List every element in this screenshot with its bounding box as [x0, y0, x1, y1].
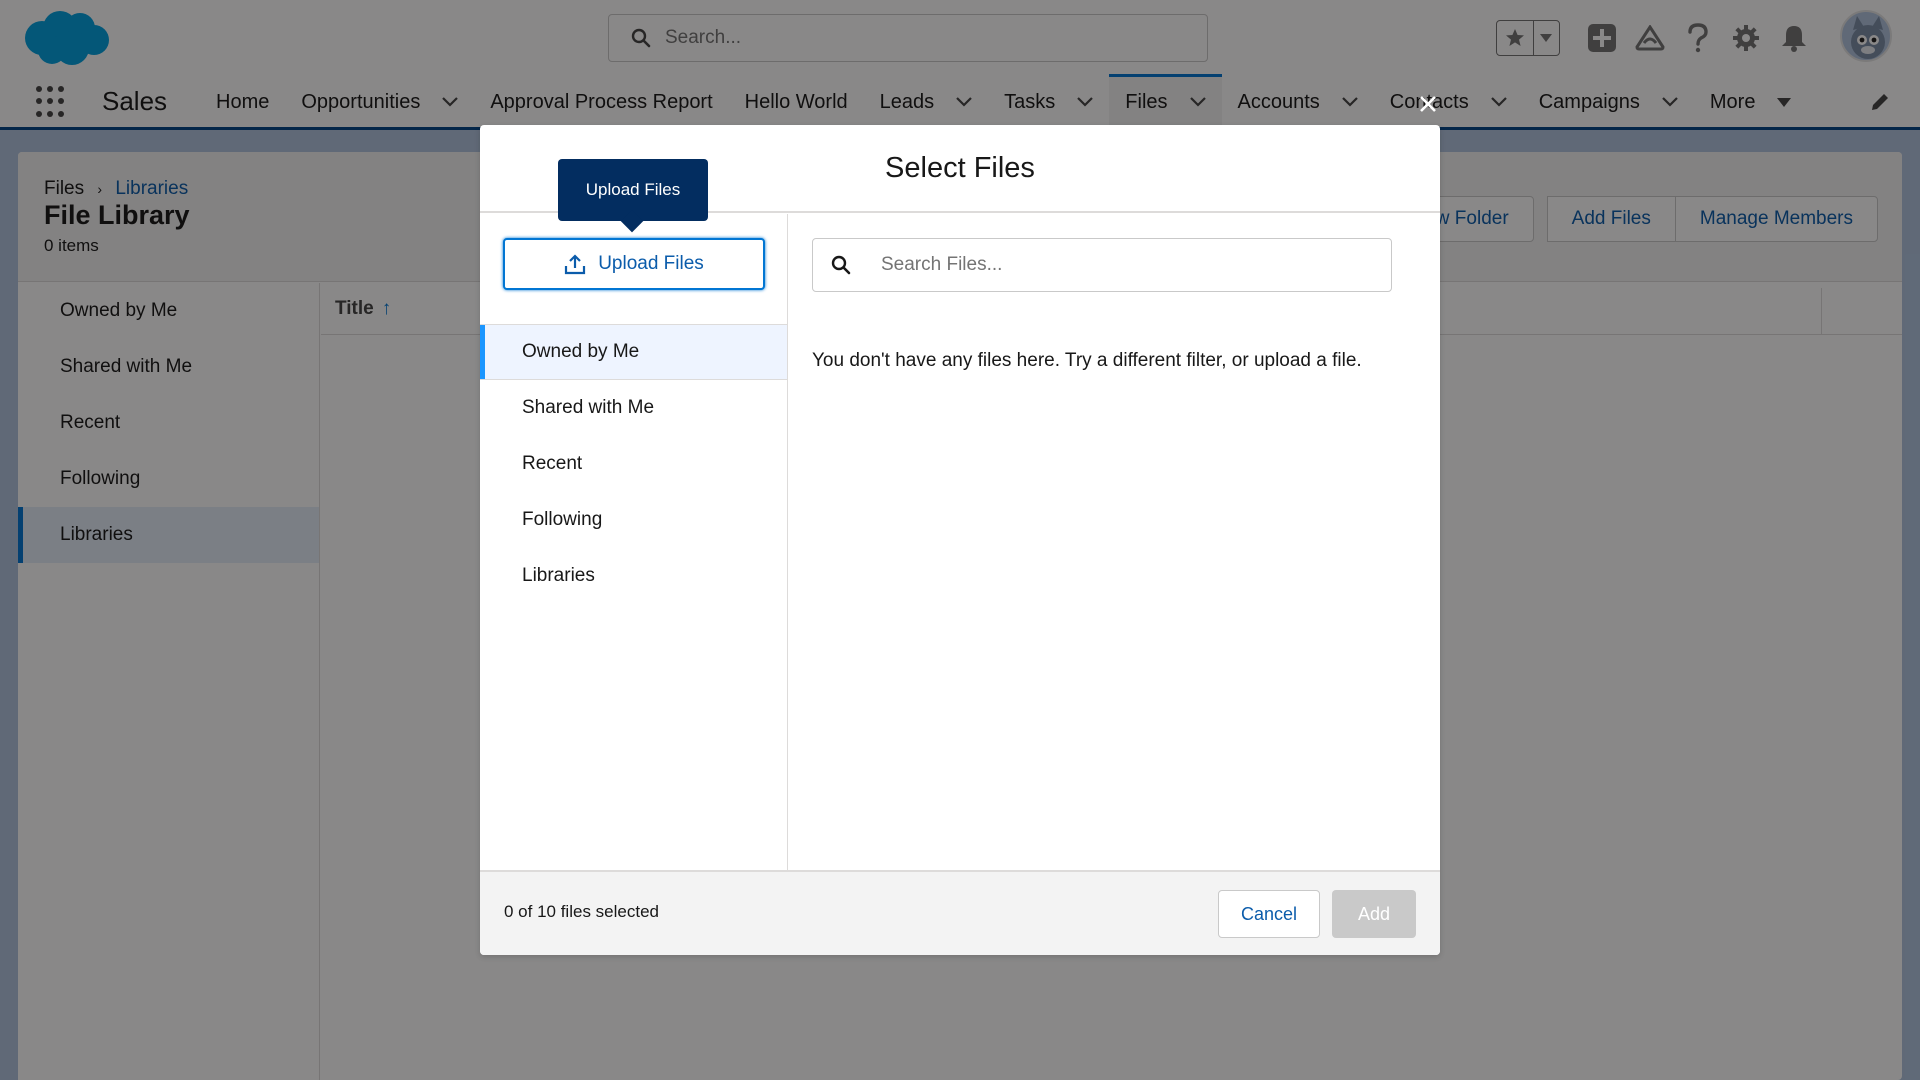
modal-filter-following[interactable]: Following — [480, 492, 787, 548]
upload-icon — [565, 254, 586, 275]
search-files-placeholder: Search Files... — [881, 254, 1003, 275]
modal-filter-recent[interactable]: Recent — [480, 436, 787, 492]
modal-filter-libraries[interactable]: Libraries — [480, 548, 787, 604]
modal-filter-shared-with-me[interactable]: Shared with Me — [480, 380, 787, 436]
modal-title: Select Files — [885, 151, 1035, 184]
modal-filter-list: Owned by Me Shared with Me Recent Follow… — [480, 324, 787, 604]
select-files-modal: Select Files Upload Files Owned by Me Sh… — [480, 125, 1440, 955]
upload-files-button[interactable]: Upload Files — [503, 238, 765, 290]
upload-files-tooltip: Upload Files — [558, 159, 708, 221]
search-icon — [831, 255, 851, 275]
search-files-input[interactable]: Search Files... — [812, 238, 1392, 292]
close-icon[interactable] — [1416, 92, 1440, 116]
selection-count: 0 of 10 files selected — [504, 902, 659, 921]
modal-sidebar: Upload Files Owned by Me Shared with Me … — [480, 214, 788, 870]
add-button[interactable]: Add — [1332, 890, 1416, 938]
empty-state-message: You don't have any files here. Try a dif… — [812, 350, 1362, 371]
tooltip-text: Upload Files — [585, 180, 681, 199]
modal-content: Search Files... You don't have any files… — [788, 214, 1440, 870]
cancel-button[interactable]: Cancel — [1218, 890, 1320, 938]
upload-files-label: Upload Files — [598, 253, 704, 274]
modal-footer: 0 of 10 files selected Cancel Add — [480, 870, 1440, 955]
modal-filter-owned-by-me[interactable]: Owned by Me — [480, 324, 787, 380]
